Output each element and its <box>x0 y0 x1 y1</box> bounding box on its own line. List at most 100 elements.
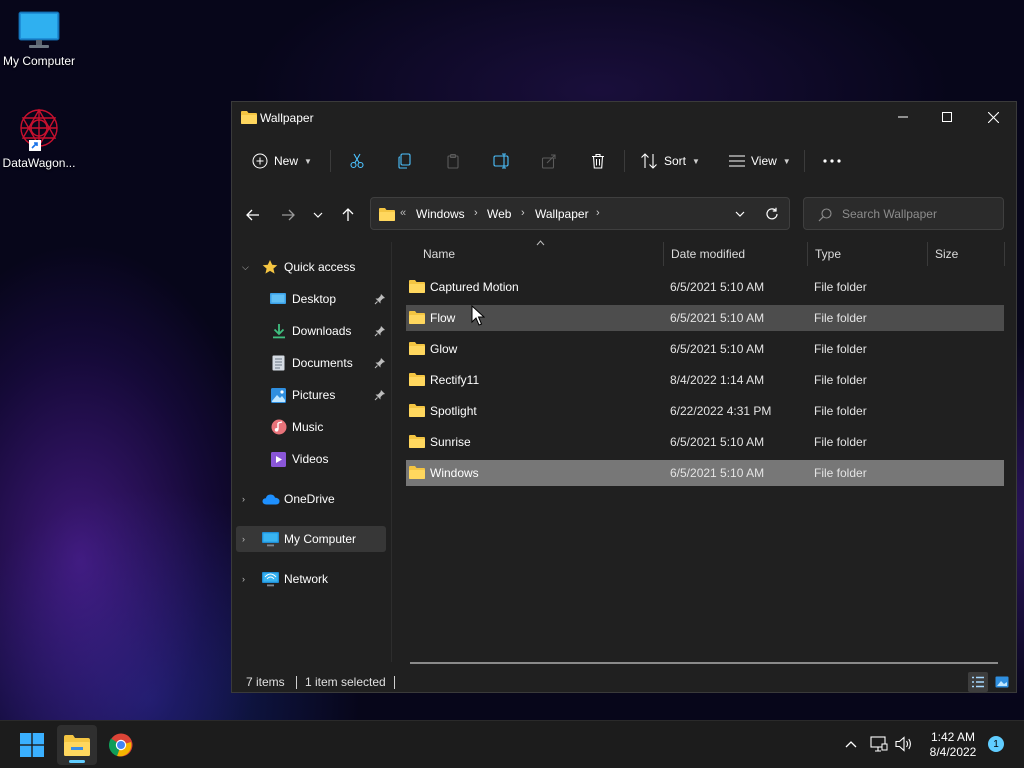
desktop-icon-my-computer[interactable]: My Computer <box>0 10 78 68</box>
search-icon <box>818 208 832 222</box>
folder-icon <box>409 404 425 417</box>
chevron-right-icon[interactable]: › <box>242 494 245 504</box>
forward-button[interactable] <box>277 205 299 225</box>
file-name: Spotlight <box>430 404 477 418</box>
close-button[interactable] <box>970 102 1016 132</box>
star-icon <box>262 259 278 275</box>
more-options-button[interactable] <box>823 148 841 174</box>
maximize-button[interactable] <box>924 102 970 132</box>
file-row[interactable]: Sunrise 6/5/2021 5:10 AM File folder <box>406 429 1004 455</box>
nav-item-downloads[interactable]: Downloads <box>236 318 386 344</box>
view-label: View <box>751 154 777 168</box>
breadcrumb-separator-icon[interactable]: › <box>474 207 478 219</box>
notification-badge[interactable]: 1 <box>988 736 1004 752</box>
pane-splitter[interactable] <box>391 242 392 662</box>
new-button[interactable]: New ▼ <box>252 148 312 174</box>
taskbar-file-explorer[interactable] <box>57 725 97 765</box>
horizontal-scrollbar[interactable] <box>410 662 998 664</box>
copy-button[interactable] <box>397 148 413 174</box>
chevron-right-icon[interactable]: › <box>242 534 245 544</box>
column-header-type[interactable]: Type <box>815 247 841 261</box>
more-horizontal-icon <box>823 159 841 163</box>
file-name: Windows <box>430 466 479 480</box>
file-row[interactable]: Windows 6/5/2021 5:10 AM File folder <box>406 460 1004 486</box>
nav-my-computer[interactable]: › My Computer <box>236 526 386 552</box>
recent-locations-button[interactable] <box>307 205 329 225</box>
nav-item-pictures[interactable]: Pictures <box>236 382 386 408</box>
nav-item-videos[interactable]: Videos <box>236 446 386 472</box>
breadcrumb-separator-icon[interactable]: › <box>521 207 525 219</box>
breadcrumb-overflow[interactable]: « <box>400 207 406 219</box>
start-button[interactable] <box>12 725 52 765</box>
breadcrumb-separator-icon[interactable]: › <box>596 207 600 219</box>
minimize-icon <box>898 116 908 118</box>
tiles-view-icon <box>995 676 1009 688</box>
title-bar[interactable]: Wallpaper <box>232 102 1016 134</box>
volume-button[interactable] <box>893 735 915 753</box>
column-divider[interactable] <box>1004 242 1005 266</box>
column-divider[interactable] <box>807 242 808 266</box>
chevron-down-icon <box>313 212 323 218</box>
nav-onedrive[interactable]: › OneDrive <box>236 486 386 512</box>
share-button[interactable] <box>541 148 557 174</box>
refresh-icon[interactable] <box>765 207 779 221</box>
nav-network[interactable]: › Network <box>236 566 386 592</box>
breadcrumb-web[interactable]: Web <box>487 207 511 221</box>
paste-button[interactable] <box>445 148 461 174</box>
sort-button[interactable]: Sort ▼ <box>640 148 700 174</box>
chevron-down-icon[interactable]: ⌵ <box>242 262 249 273</box>
show-hidden-icons-button[interactable] <box>842 735 860 753</box>
desktop-icon-datawagon[interactable]: DataWagon... <box>0 106 78 170</box>
taskbar-chrome[interactable] <box>101 725 141 765</box>
file-row[interactable]: Spotlight 6/22/2022 4:31 PM File folder <box>406 398 1004 424</box>
column-divider[interactable] <box>927 242 928 266</box>
folder-icon <box>409 373 425 386</box>
address-bar[interactable]: « Windows › Web › Wallpaper › <box>370 197 790 230</box>
file-row[interactable]: Captured Motion 6/5/2021 5:10 AM File fold… <box>406 274 1004 300</box>
nav-my-computer-label: My Computer <box>284 532 357 546</box>
pin-icon[interactable] <box>374 389 386 401</box>
details-view-icon <box>972 676 984 688</box>
nav-onedrive-label: OneDrive <box>284 492 335 506</box>
breadcrumb-wallpaper[interactable]: Wallpaper <box>535 207 589 221</box>
pin-icon[interactable] <box>374 325 386 337</box>
nav-item-desktop[interactable]: Desktop <box>236 286 386 312</box>
chevron-down-icon[interactable] <box>735 211 745 217</box>
speaker-icon <box>895 736 911 752</box>
view-button[interactable]: View ▼ <box>729 148 791 174</box>
nav-item-music[interactable]: Music <box>236 414 386 440</box>
delete-button[interactable] <box>590 148 606 174</box>
status-divider <box>394 676 395 689</box>
file-row[interactable]: Flow 6/5/2021 5:10 AM File folder <box>406 305 1004 331</box>
pin-icon[interactable] <box>374 357 386 369</box>
rename-button[interactable] <box>493 148 511 174</box>
nav-item-label: Music <box>292 420 324 434</box>
minimize-button[interactable] <box>880 102 926 132</box>
tiles-view-button[interactable] <box>992 672 1012 692</box>
column-header-date-modified[interactable]: Date modified <box>671 247 745 261</box>
breadcrumb-windows[interactable]: Windows <box>416 207 465 221</box>
command-bar: New ▼ Sort ▼ View ▼ <box>232 140 1016 180</box>
details-view-button[interactable] <box>968 672 988 692</box>
cut-button[interactable] <box>349 148 365 174</box>
folder-icon <box>379 208 395 221</box>
file-name: Captured Motion <box>430 280 519 294</box>
column-header-size[interactable]: Size <box>935 247 958 261</box>
nav-quick-access[interactable]: ⌵ Quick access <box>236 254 386 280</box>
back-button[interactable] <box>242 205 264 225</box>
file-row[interactable]: Rectify11 8/4/2022 1:14 AM File folder <box>406 367 1004 393</box>
search-input[interactable] <box>842 206 992 222</box>
column-divider[interactable] <box>663 242 664 266</box>
clock-time: 1:42 AM <box>930 730 976 744</box>
nav-item-documents[interactable]: Documents <box>236 350 386 376</box>
search-box[interactable] <box>803 197 1004 230</box>
network-status-button[interactable] <box>868 735 890 753</box>
arrow-up-icon <box>342 208 354 221</box>
up-button[interactable] <box>337 205 359 225</box>
file-row[interactable]: Glow 6/5/2021 5:10 AM File folder <box>406 336 1004 362</box>
clock[interactable]: 1:42 AM 8/4/2022 <box>918 730 988 760</box>
pin-icon[interactable] <box>374 293 386 305</box>
column-header-name[interactable]: Name <box>423 247 455 261</box>
file-type: File folder <box>814 466 867 480</box>
chevron-right-icon[interactable]: › <box>242 574 245 584</box>
